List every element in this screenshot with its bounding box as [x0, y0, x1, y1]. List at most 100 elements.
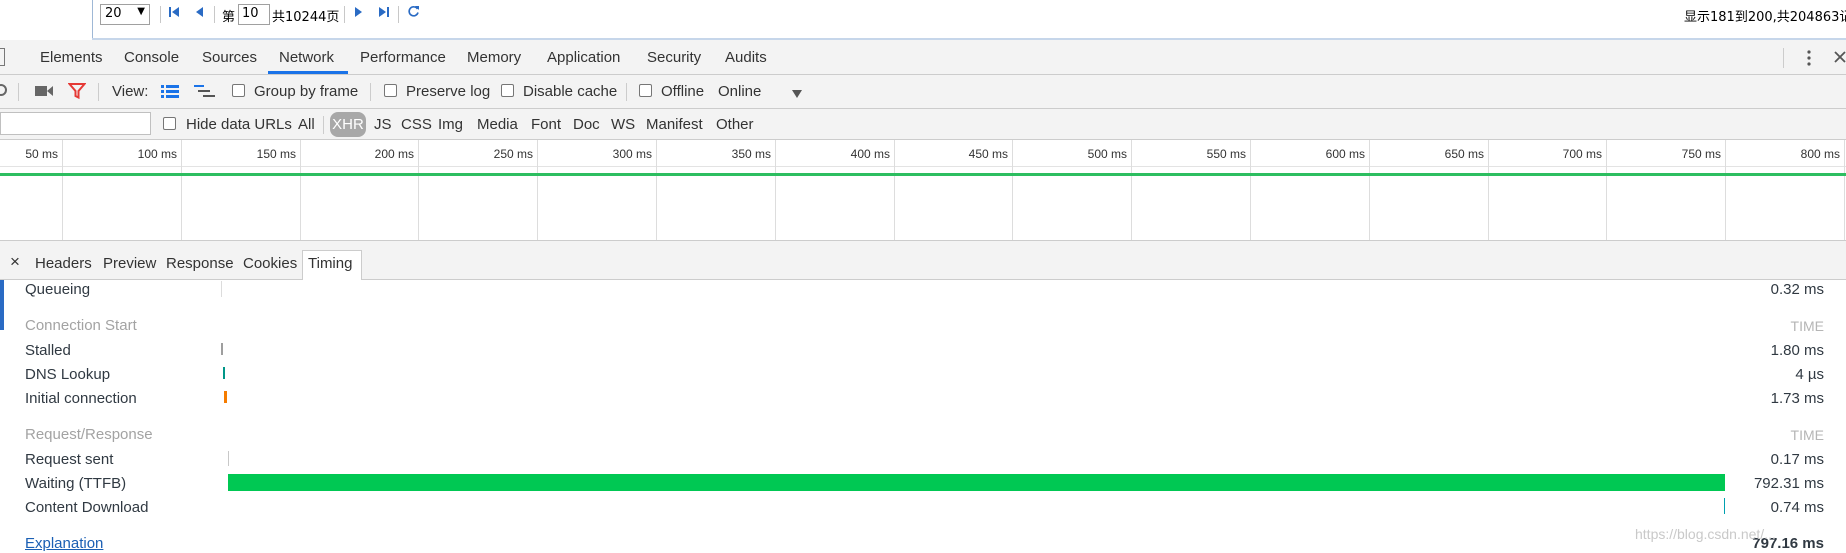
filter-type-font[interactable]: Font [531, 116, 561, 133]
initial-connection-label: Initial connection [25, 390, 137, 407]
filter-type-doc[interactable]: Doc [573, 116, 600, 133]
prev-page-icon[interactable] [192, 5, 208, 23]
timeline-tick-label: 450 ms [968, 147, 1008, 161]
offline-label: Offline [661, 83, 705, 100]
detail-tab-headers[interactable]: Headers [35, 255, 92, 272]
refresh-icon[interactable] [405, 5, 421, 23]
timeline-gridline [894, 140, 895, 240]
request-sent-label: Request sent [25, 451, 114, 468]
filter-type-media[interactable]: Media [477, 116, 518, 133]
filter-type-xhr[interactable]: XHR [330, 112, 366, 137]
tab-network[interactable]: Network [279, 49, 334, 66]
tab-security[interactable]: Security [647, 49, 701, 66]
watermark: https://blog.csdn.net/... [1635, 526, 1776, 542]
group-by-frame-checkbox[interactable] [232, 84, 245, 97]
timeline-tick-label: 400 ms [850, 147, 890, 161]
tab-memory[interactable]: Memory [467, 49, 521, 66]
toolbar-separator [626, 83, 627, 101]
explanation-link[interactable]: Explanation [25, 535, 103, 552]
toolbar-separator [98, 83, 99, 101]
filter-type-css[interactable]: CSS [401, 116, 432, 133]
timeline-tick-label: 600 ms [1325, 147, 1365, 161]
clear-icon[interactable] [0, 84, 7, 96]
timeline-gridline [1131, 140, 1132, 240]
view-label: View: [112, 83, 149, 100]
timeline-tick-label: 650 ms [1444, 147, 1484, 161]
request-response-heading: Request/Response [25, 426, 153, 443]
tab-audits[interactable]: Audits [725, 49, 767, 66]
more-menu-icon[interactable] [1806, 47, 1812, 69]
filter-separator [323, 116, 324, 134]
hide-data-urls-checkbox[interactable] [163, 117, 176, 130]
waterfall-overview-icon[interactable] [194, 84, 216, 99]
stalled-label: Stalled [25, 342, 71, 359]
disable-cache-label: Disable cache [523, 83, 618, 100]
page-size-select[interactable]: 20 ▼ [100, 4, 150, 25]
timeline-tick-label: 200 ms [374, 147, 414, 161]
tab-elements[interactable]: Elements [40, 49, 103, 66]
pager-separator [398, 6, 399, 23]
tab-sources[interactable]: Sources [202, 49, 257, 66]
dns-bar [223, 367, 225, 379]
preserve-log-label: Preserve log [406, 83, 491, 100]
tab-performance[interactable]: Performance [360, 49, 446, 66]
timeline-overview[interactable]: 50 ms 100 ms 150 ms 200 ms 250 ms 300 ms 350 m… [0, 140, 1846, 241]
content-download-bar [1724, 498, 1725, 514]
timeline-gridline [1369, 140, 1370, 240]
disable-cache-checkbox[interactable] [501, 84, 514, 97]
timeline-gridline [537, 140, 538, 240]
filter-type-manifest[interactable]: Manifest [646, 116, 703, 133]
page-number-input[interactable]: 10 [238, 4, 270, 25]
timeline-tick-label: 700 ms [1562, 147, 1602, 161]
filter-type-js[interactable]: JS [374, 116, 392, 133]
throttle-select[interactable]: Online [718, 83, 761, 100]
large-rows-icon[interactable] [161, 84, 179, 99]
pager-bar: 20 ▼ 第 10 共10244页 显示181到200,共204863记录 [0, 0, 1846, 40]
tab-console[interactable]: Console [124, 49, 179, 66]
timeline-gridline [1250, 140, 1251, 240]
capture-screenshots-icon[interactable] [34, 84, 54, 98]
timeline-gridline [1844, 140, 1845, 240]
filter-type-all[interactable]: All [298, 116, 315, 133]
dns-label: DNS Lookup [25, 366, 111, 383]
filter-type-ws[interactable]: WS [611, 116, 635, 133]
toolbar-separator [18, 83, 19, 101]
last-page-icon[interactable] [376, 5, 392, 23]
filter-type-img[interactable]: Img [438, 116, 463, 133]
initial-connection-time: 1.73 ms [1770, 390, 1824, 407]
timeline-gridline [300, 140, 301, 240]
filter-input[interactable] [0, 112, 151, 135]
close-detail-icon[interactable]: × [10, 252, 20, 272]
dock-icon[interactable] [0, 48, 5, 66]
tab-application[interactable]: Application [547, 49, 620, 66]
queueing-time: 0.32 ms [1770, 281, 1824, 298]
next-page-icon[interactable] [350, 5, 366, 23]
timeline-gridline [1488, 140, 1489, 240]
detail-tab-cookies[interactable]: Cookies [243, 255, 297, 272]
throttle-dropdown-icon[interactable] [792, 86, 802, 98]
timeline-tick-label: 800 ms [1800, 147, 1840, 161]
timeline-gridline [62, 140, 63, 240]
detail-tab-response[interactable]: Response [166, 255, 234, 272]
preserve-log-checkbox[interactable] [384, 84, 397, 97]
pager-left-rule [92, 0, 93, 40]
filter-icon[interactable] [67, 82, 87, 100]
detail-tab-timing[interactable]: Timing [308, 255, 352, 272]
detail-tab-preview[interactable]: Preview [103, 255, 156, 272]
offline-checkbox[interactable] [639, 84, 652, 97]
timeline-gridline [1012, 140, 1013, 240]
timeline-gridline [1725, 140, 1726, 240]
timeline-tick-label: 500 ms [1087, 147, 1127, 161]
stalled-time: 1.80 ms [1770, 342, 1824, 359]
waiting-ttfb-bar [228, 474, 1725, 491]
timeline-gridline [418, 140, 419, 240]
timeline-request-bar [0, 173, 1846, 176]
first-page-icon[interactable] [166, 5, 182, 23]
connection-start-time-header: TIME [1790, 318, 1824, 334]
filter-type-other[interactable]: Other [716, 116, 754, 133]
toolbar-separator [370, 83, 371, 101]
page-count: 共10244页 [272, 10, 340, 25]
pager-separator [344, 6, 345, 23]
close-devtools-icon[interactable] [1833, 50, 1846, 64]
hide-data-urls-label: Hide data URLs [186, 116, 292, 133]
